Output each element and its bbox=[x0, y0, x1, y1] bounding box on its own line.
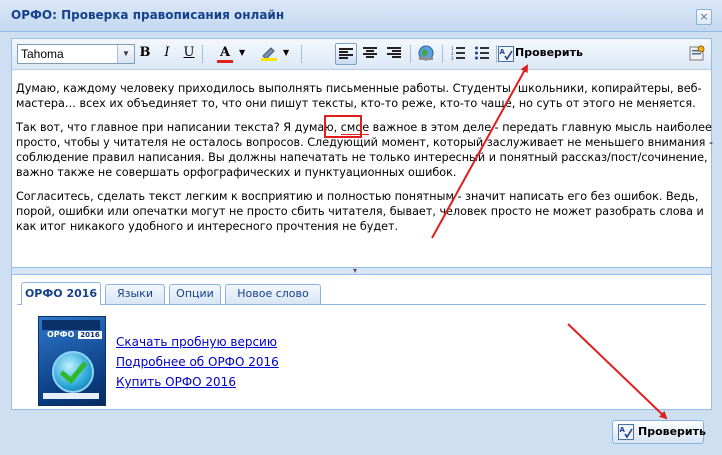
editor-line: соблюдение правил написания. Вы должны н… bbox=[16, 151, 708, 164]
toolbar-separator bbox=[301, 45, 302, 63]
svg-text:3: 3 bbox=[451, 56, 454, 60]
toolbar-separator bbox=[410, 45, 411, 63]
tab-orfo-2016[interactable]: ОРФО 2016 bbox=[21, 282, 101, 305]
check-button-bottom[interactable]: A Проверить bbox=[612, 420, 706, 444]
editor-line: как итог никакого удобного и интересного… bbox=[16, 220, 399, 233]
settings-button[interactable] bbox=[687, 43, 707, 65]
editor-line: важное в этом деле - передать главную мы… bbox=[369, 121, 712, 134]
editor-paragraph: Согласитесь, сделать текст легким к восп… bbox=[16, 189, 704, 234]
checkmark-badge-icon bbox=[52, 351, 94, 393]
product-links: Скачать пробную версию Подробнее об ОРФО… bbox=[116, 332, 279, 392]
underline-button[interactable]: U bbox=[179, 43, 199, 65]
spellcheck-icon: A bbox=[498, 46, 514, 62]
settings-icon bbox=[689, 45, 705, 61]
bold-button[interactable]: B bbox=[135, 43, 155, 65]
chevron-down-icon: ▼ bbox=[239, 48, 246, 57]
editor-line: важно также не совершать орфографических… bbox=[16, 166, 457, 179]
editor-line: Так вот, что главное при написании текст… bbox=[16, 121, 341, 134]
highlight-color-button[interactable]: ▼ bbox=[256, 43, 296, 65]
editor-line: Думаю, каждому человеку приходилось выпо… bbox=[16, 82, 702, 95]
window-title: ОРФО: Проверка правописания онлайн bbox=[11, 8, 285, 22]
italic-button[interactable]: I bbox=[157, 43, 177, 65]
editor-line: порой, ошибки или опечатки могут не прос… bbox=[16, 205, 704, 218]
align-left-button[interactable] bbox=[335, 43, 357, 65]
numbered-list-button[interactable]: 1 2 3 bbox=[447, 43, 469, 65]
editor-toolbar: Tahoma ▼ B I U A ▼ ▼ 1 2 3 A Проверить bbox=[12, 39, 711, 70]
font-color-button[interactable]: A ▼ bbox=[212, 43, 252, 65]
font-color-letter: A bbox=[219, 45, 231, 60]
font-color-icon: A bbox=[214, 43, 236, 63]
editor-paragraph: Так вот, что главное при написании текст… bbox=[16, 120, 713, 180]
align-right-icon bbox=[387, 47, 401, 58]
align-right-button[interactable] bbox=[383, 43, 405, 65]
editor-paragraph: Думаю, каждому человеку приходилось выпо… bbox=[16, 81, 702, 111]
info-panel: ОРФО 2016 Языки Опции Новое слово ОРФО 2… bbox=[11, 274, 712, 410]
align-left-icon bbox=[339, 48, 353, 59]
editor-line: просто, чтобы у читателя не осталось воп… bbox=[16, 136, 714, 149]
window-titlebar: ОРФО: Проверка правописания онлайн × bbox=[0, 0, 722, 32]
download-trial-link[interactable]: Скачать пробную версию bbox=[116, 332, 279, 352]
tab-options[interactable]: Опции bbox=[169, 284, 221, 304]
chevron-down-icon: ▼ bbox=[117, 45, 134, 63]
tab-languages[interactable]: Языки bbox=[105, 284, 165, 304]
close-button[interactable]: × bbox=[696, 9, 712, 25]
svg-text:A: A bbox=[500, 48, 506, 56]
product-brand: ОРФО 2016 bbox=[47, 330, 102, 339]
bullet-list-button[interactable] bbox=[471, 43, 493, 65]
editor-line: Согласитесь, сделать текст легким к восп… bbox=[16, 190, 699, 203]
spellcheck-icon: A bbox=[618, 424, 634, 440]
check-button-label: Проверить bbox=[638, 425, 706, 438]
toolbar-separator bbox=[202, 45, 203, 63]
language-button[interactable] bbox=[415, 43, 437, 65]
chevron-down-icon: ▼ bbox=[283, 48, 290, 57]
editor-text-area[interactable]: Думаю, каждому человеку приходилось выпо… bbox=[16, 81, 713, 243]
svg-text:A: A bbox=[620, 426, 626, 434]
globe-icon bbox=[418, 45, 434, 61]
highlighter-icon bbox=[260, 45, 278, 61]
more-info-link[interactable]: Подробнее об ОРФО 2016 bbox=[116, 352, 279, 372]
editor-line: мастера… всех их объединяет то, что они … bbox=[16, 97, 696, 110]
tab-strip: ОРФО 2016 Языки Опции Новое слово bbox=[17, 282, 706, 305]
align-center-button[interactable] bbox=[359, 43, 381, 65]
editor: Tahoma ▼ B I U A ▼ ▼ 1 2 3 A Проверить Д… bbox=[11, 38, 713, 268]
font-family-value: Tahoma bbox=[21, 47, 64, 61]
font-family-select[interactable]: Tahoma ▼ bbox=[17, 44, 135, 64]
toolbar-separator bbox=[442, 45, 443, 63]
align-center-icon bbox=[363, 47, 377, 58]
bullet-list-icon bbox=[475, 46, 489, 60]
buy-link[interactable]: Купить ОРФО 2016 bbox=[116, 372, 279, 392]
check-button-label: Проверить bbox=[515, 46, 583, 59]
product-year: 2016 bbox=[78, 331, 102, 339]
misspelled-word[interactable]: смое bbox=[340, 121, 370, 135]
numbered-list-icon: 1 2 3 bbox=[451, 46, 465, 61]
product-brand-name: ОРФО bbox=[47, 330, 75, 339]
tab-new-word[interactable]: Новое слово bbox=[225, 284, 321, 304]
check-button-toolbar[interactable]: A Проверить bbox=[493, 43, 583, 65]
product-box-image: ОРФО 2016 bbox=[38, 316, 106, 406]
